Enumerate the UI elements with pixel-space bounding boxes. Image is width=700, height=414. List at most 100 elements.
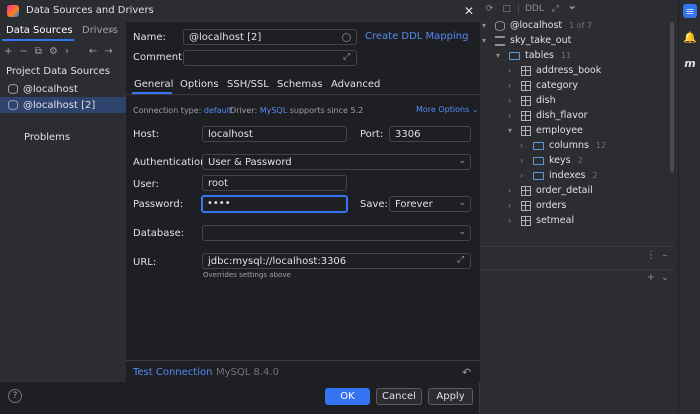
data-sources-dialog: Data Sources and Drivers ✕ Data Sources … bbox=[0, 0, 480, 414]
port-field[interactable]: 3306 bbox=[389, 126, 471, 142]
tab-data-sources[interactable]: Data Sources bbox=[6, 25, 73, 36]
chevron-down-icon[interactable]: ▾ bbox=[482, 36, 490, 45]
tree-node-label: category bbox=[536, 80, 578, 91]
tree-node-folder[interactable]: › indexes 2 bbox=[520, 168, 598, 183]
expand-icon[interactable]: ⤢ bbox=[457, 256, 466, 265]
refresh-icon[interactable]: ⟳ bbox=[484, 3, 495, 14]
duplicate-icon[interactable]: ⧉ bbox=[35, 46, 42, 57]
undo-icon[interactable]: ↶ bbox=[462, 366, 471, 379]
chevron-right-icon[interactable]: › bbox=[508, 216, 516, 225]
chevron-right-icon[interactable]: › bbox=[508, 96, 516, 105]
connection-type-info: Connection type: default bbox=[133, 106, 232, 115]
chevron-right-icon[interactable]: › bbox=[520, 141, 528, 150]
chevron-down-icon[interactable]: ⌄ bbox=[108, 25, 116, 35]
name-field[interactable]: @localhost [2] bbox=[183, 29, 357, 45]
settings-tabs: General Options SSH/SSL Schemas Advanced bbox=[126, 75, 480, 95]
add-icon[interactable]: + bbox=[646, 273, 656, 283]
create-ddl-mapping-link[interactable]: Create DDL Mapping bbox=[365, 31, 468, 42]
ai-assistant-icon[interactable]: m bbox=[683, 56, 697, 70]
tree-node-table[interactable]: › orders bbox=[508, 198, 566, 213]
user-label: User: bbox=[133, 179, 159, 190]
chevron-right-icon[interactable]: › bbox=[508, 81, 516, 90]
ddl-button[interactable]: DDL bbox=[525, 3, 544, 14]
tree-node-label: keys bbox=[549, 155, 571, 166]
table-icon bbox=[521, 95, 531, 106]
driver-link[interactable]: MySQL bbox=[260, 106, 287, 115]
more-options-link[interactable]: More Options ⌄ bbox=[416, 105, 479, 114]
chevron-right-icon[interactable]: › bbox=[508, 186, 516, 195]
tree-scrollbar[interactable] bbox=[670, 22, 674, 172]
chevron-down-icon[interactable]: ⌄ bbox=[660, 273, 670, 283]
driver-note: supports since 5.2 bbox=[289, 106, 364, 115]
cancel-button[interactable]: Cancel bbox=[376, 388, 422, 405]
more-icon[interactable]: ⋮ bbox=[646, 251, 656, 261]
comment-field[interactable]: ⤢ bbox=[183, 50, 357, 66]
help-button[interactable]: ? bbox=[8, 389, 22, 403]
host-field[interactable]: localhost bbox=[202, 126, 347, 142]
database-select[interactable]: ⌄ bbox=[202, 225, 471, 241]
tree-node-localhost[interactable]: ▾ @localhost 1 of 7 bbox=[482, 18, 592, 33]
tree-node-label: orders bbox=[536, 200, 567, 211]
tree-node-count: 11 bbox=[561, 51, 572, 60]
chevron-right-icon[interactable]: › bbox=[520, 171, 528, 180]
more-options-label: More Options bbox=[416, 105, 470, 114]
tree-node-tables[interactable]: ▾ tables 11 bbox=[496, 48, 571, 63]
table-icon bbox=[521, 125, 531, 136]
minimize-icon[interactable]: – bbox=[660, 251, 670, 261]
navigate-icon[interactable]: › bbox=[65, 46, 69, 57]
tree-node-folder[interactable]: › keys 2 bbox=[520, 153, 583, 168]
chevron-right-icon[interactable]: › bbox=[520, 156, 528, 165]
database-tool-icon[interactable]: ≡ bbox=[683, 4, 697, 18]
data-source-item-selected[interactable]: @localhost [2] bbox=[0, 97, 126, 113]
chevron-down-icon[interactable]: ▾ bbox=[508, 126, 516, 135]
tree-node-label: employee bbox=[536, 125, 583, 136]
tab-options[interactable]: Options bbox=[180, 79, 219, 90]
chevron-down-icon[interactable]: ▾ bbox=[496, 51, 504, 60]
tree-node-table[interactable]: › dish bbox=[508, 93, 556, 108]
problems-item[interactable]: Problems bbox=[24, 132, 70, 143]
tab-advanced[interactable]: Advanced bbox=[331, 79, 380, 90]
url-field[interactable]: jdbc:mysql://localhost:3306 ⤢ bbox=[202, 253, 471, 269]
chevron-down-icon[interactable]: ▾ bbox=[482, 21, 490, 30]
remove-icon[interactable]: − bbox=[19, 46, 27, 57]
close-icon[interactable]: ✕ bbox=[462, 4, 476, 18]
tree-node-table[interactable]: ▾ employee bbox=[508, 123, 583, 138]
forward-icon[interactable]: → bbox=[104, 46, 112, 57]
stop-icon[interactable]: □ bbox=[501, 3, 512, 14]
tree-node-table[interactable]: › dish_flavor bbox=[508, 108, 588, 123]
settings-icon[interactable]: ⚙ bbox=[49, 46, 58, 57]
tab-general[interactable]: General bbox=[134, 79, 173, 90]
tree-node-schema[interactable]: ▾ sky_take_out bbox=[482, 33, 571, 48]
jump-icon[interactable]: ⤢ bbox=[550, 3, 561, 14]
tree-node-table[interactable]: › setmeal bbox=[508, 213, 574, 228]
tree-node-table[interactable]: › address_book bbox=[508, 63, 601, 78]
ok-button[interactable]: OK bbox=[325, 388, 370, 405]
tree-node-folder[interactable]: › columns 12 bbox=[520, 138, 606, 153]
chevron-right-icon[interactable]: › bbox=[508, 201, 516, 210]
tree-node-label: address_book bbox=[536, 65, 602, 76]
url-note: Overrides settings above bbox=[203, 271, 291, 279]
tab-schemas[interactable]: Schemas bbox=[277, 79, 322, 90]
back-icon[interactable]: ← bbox=[89, 46, 97, 57]
color-circle-icon[interactable] bbox=[342, 33, 351, 42]
add-icon[interactable]: + bbox=[4, 46, 12, 57]
tree-node-table[interactable]: › order_detail bbox=[508, 183, 593, 198]
chevron-right-icon[interactable]: › bbox=[508, 66, 516, 75]
connection-type-link[interactable]: default bbox=[204, 106, 232, 115]
tab-ssh-ssl[interactable]: SSH/SSL bbox=[227, 79, 269, 90]
save-select[interactable]: Forever ⌄ bbox=[389, 196, 471, 212]
tree-node-table[interactable]: › category bbox=[508, 78, 578, 93]
notifications-icon[interactable]: 🔔 bbox=[683, 30, 697, 44]
test-connection-link[interactable]: Test Connection bbox=[133, 367, 212, 378]
filter-icon[interactable]: ⏷ bbox=[567, 3, 578, 14]
apply-button[interactable]: Apply bbox=[428, 388, 473, 405]
user-field[interactable]: root bbox=[202, 175, 347, 191]
sidebar-tabs: Data Sources Drivers ⌄ bbox=[0, 22, 126, 41]
chevron-right-icon[interactable]: › bbox=[508, 111, 516, 120]
data-source-item[interactable]: @localhost bbox=[0, 81, 126, 97]
expand-icon[interactable]: ⤢ bbox=[343, 53, 352, 62]
schema-icon bbox=[495, 35, 505, 46]
table-icon bbox=[521, 65, 531, 76]
password-field[interactable]: •••• bbox=[201, 195, 348, 213]
authentication-select[interactable]: User & Password ⌄ bbox=[202, 154, 471, 170]
